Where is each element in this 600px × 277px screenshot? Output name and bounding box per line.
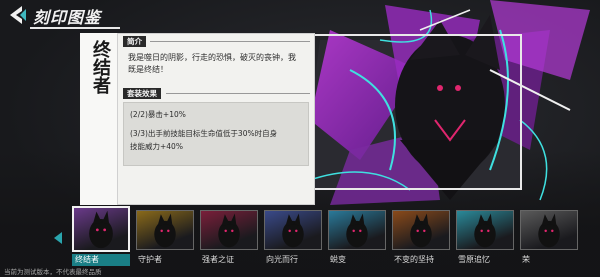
footer-note: 当前为测试版本，不代表最终品质 — [4, 268, 102, 276]
effect-line: (3/3)出手前技能目标生命值低于30%时自身 — [130, 129, 278, 138]
hero-thumbnail — [136, 210, 194, 250]
hero-thumbnail — [520, 210, 578, 250]
hero-card[interactable]: 终结者 — [72, 206, 130, 266]
hero-card-label: 荣 — [522, 255, 530, 264]
chevron-left-icon[interactable] — [53, 232, 63, 244]
hero-card[interactable]: 守护者 — [136, 206, 194, 266]
hero-card[interactable]: 荣 — [520, 206, 578, 266]
effect-line: 技能威力+40% — [130, 142, 183, 151]
hero-card-label: 蜕变 — [330, 255, 346, 264]
hero-thumbnail — [264, 210, 322, 250]
hero-thumbnail — [328, 210, 386, 250]
hero-card[interactable]: 不变的坚持 — [392, 206, 450, 266]
page-title: 刻印图鉴 — [33, 8, 102, 27]
set-effect-tag: 套装效果 — [123, 88, 161, 99]
hero-silhouette-icon — [538, 213, 560, 248]
hero-silhouette-icon — [218, 213, 240, 248]
intro-tag: 简介 — [123, 36, 146, 47]
hero-card[interactable]: 强者之证 — [200, 206, 258, 266]
intro-text: 我是噬日的阴影，行走的恐惧，破灭的丧钟，我 既是终结！ — [128, 52, 303, 76]
hero-thumbnail — [200, 210, 258, 250]
hero-card[interactable]: 蜕变 — [328, 206, 386, 266]
back-arrow-icon[interactable] — [6, 4, 28, 26]
effect-line: (2/2)暴击+10% — [130, 110, 186, 119]
hero-silhouette-icon — [154, 213, 176, 248]
intro-tag-divider — [150, 41, 310, 42]
hero-name: 终结者 — [90, 40, 111, 94]
hero-silhouette-icon — [346, 213, 368, 248]
artwork-frame — [300, 34, 522, 190]
hero-silhouette-icon — [282, 213, 304, 248]
title-underline — [30, 27, 120, 29]
hero-card[interactable]: 向光而行 — [264, 206, 322, 266]
intro-line: 既是终结！ — [128, 65, 168, 74]
hero-card-label: 向光而行 — [266, 255, 298, 264]
hero-card-label: 守护者 — [138, 255, 162, 264]
hero-thumbnail — [392, 210, 450, 250]
hero-silhouette-icon — [89, 210, 113, 249]
hero-card-label: 终结者 — [72, 254, 130, 266]
hero-silhouette-icon — [474, 213, 496, 248]
set-tag-divider — [166, 93, 310, 94]
hero-card-label: 强者之证 — [202, 255, 234, 264]
hero-thumbnail — [72, 206, 130, 252]
hero-card-label: 雪原追忆 — [458, 255, 490, 264]
hero-card-label: 不变的坚持 — [394, 255, 434, 264]
hero-card[interactable]: 雪原追忆 — [456, 206, 514, 266]
hero-thumbnail — [456, 210, 514, 250]
hero-silhouette-icon — [410, 213, 432, 248]
intro-line: 我是噬日的阴影，行走的恐惧，破灭的丧钟，我 — [128, 53, 296, 62]
